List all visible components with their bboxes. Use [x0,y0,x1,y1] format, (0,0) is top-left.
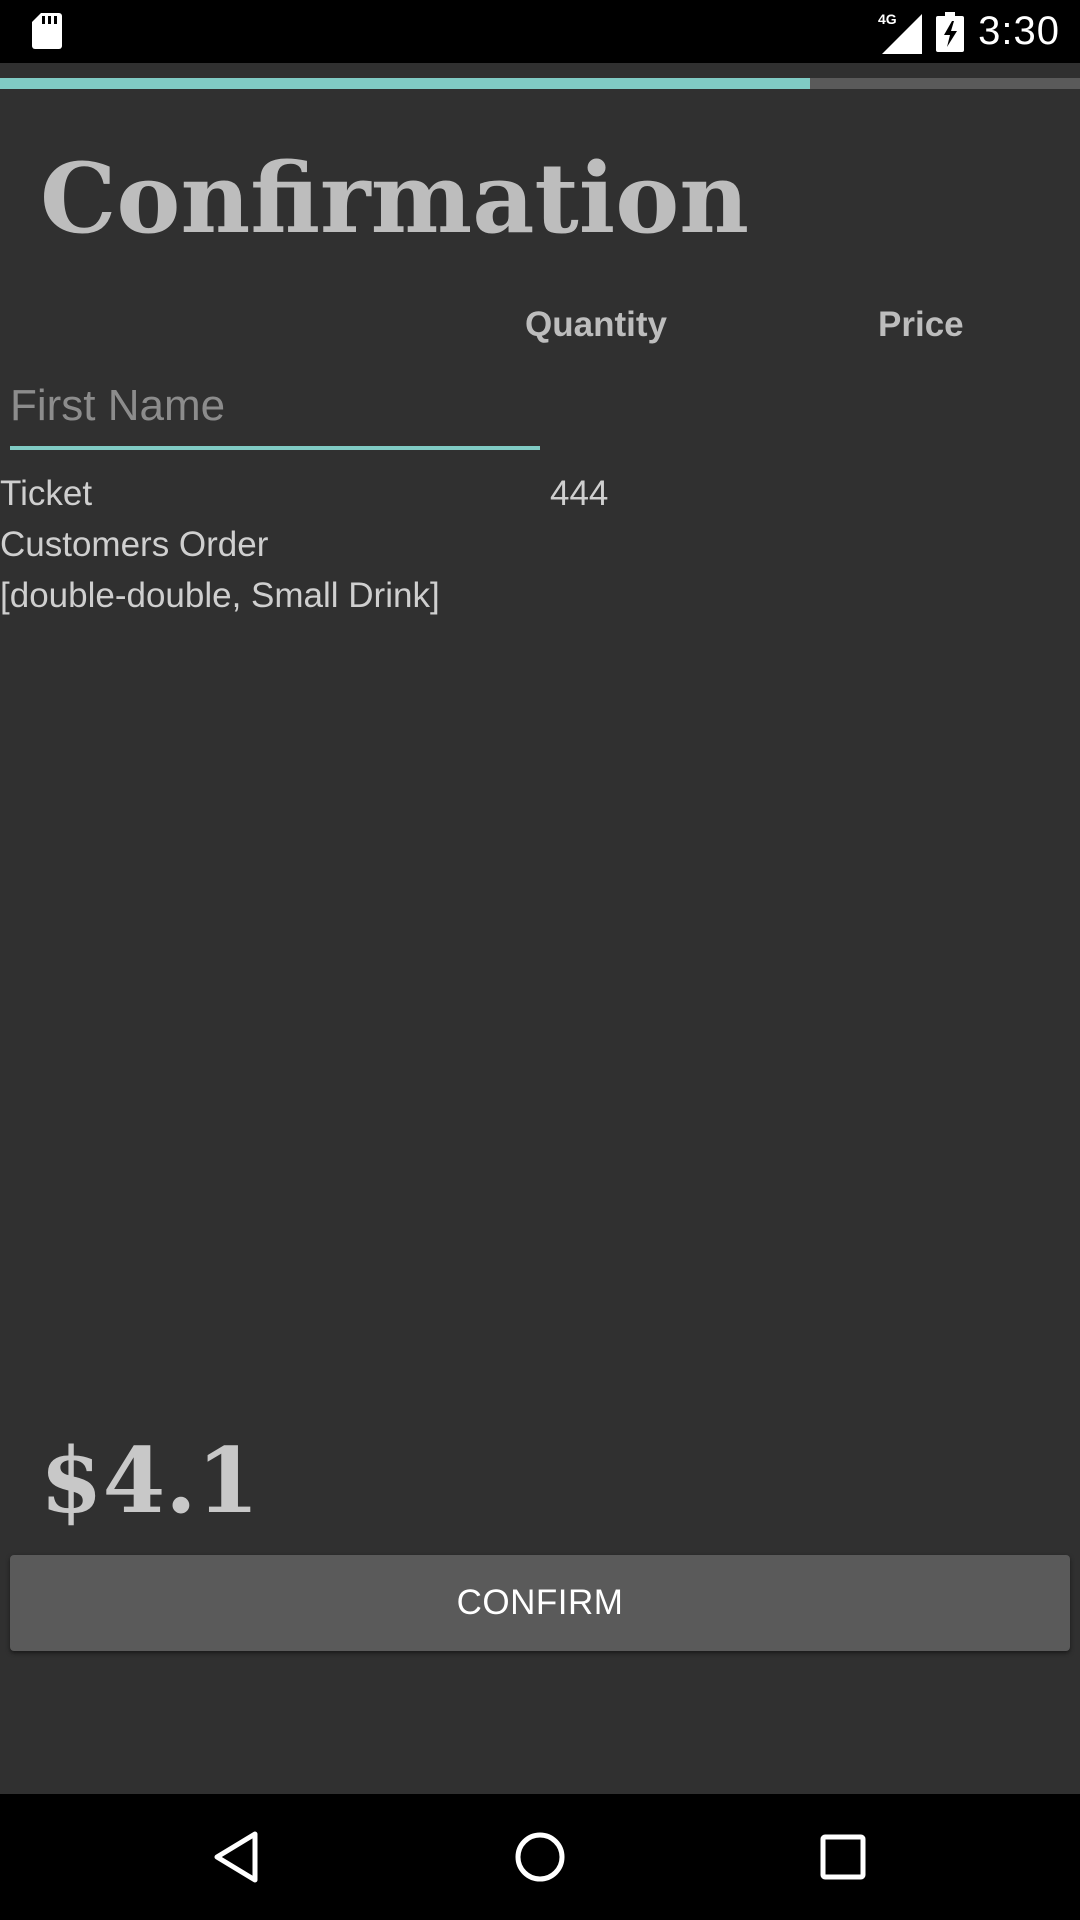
page-title: Confirmation [40,142,750,255]
status-bar: 4G 3:30 [0,0,1080,63]
order-label: Customers Order [0,525,269,564]
sd-card-icon [32,13,62,49]
recents-icon [820,1834,866,1880]
home-icon [515,1832,565,1882]
status-icons: 4G 3:30 [878,0,1060,63]
svg-text:4G: 4G [878,11,897,27]
status-clock: 3:30 [978,9,1060,53]
column-header-price: Price [878,305,964,344]
confirm-button[interactable]: CONFIRM [10,1555,1070,1651]
back-icon [214,1831,258,1883]
first-name-input[interactable] [10,378,540,450]
navigation-bar [0,1794,1080,1920]
progress-bar [0,78,1080,89]
battery-charging-icon [936,11,965,52]
ticket-label: Ticket [0,474,93,513]
order-items: [double-double, Small Drink] [0,576,440,615]
back-button[interactable] [201,1822,271,1892]
total-price: $4.1 [40,1428,260,1534]
column-header-quantity: Quantity [525,305,667,344]
progress-fill [0,78,810,89]
home-button[interactable] [505,1822,575,1892]
ticket-number: 444 [550,474,609,513]
signal-icon: 4G [878,11,923,54]
recents-button[interactable] [808,1822,878,1892]
